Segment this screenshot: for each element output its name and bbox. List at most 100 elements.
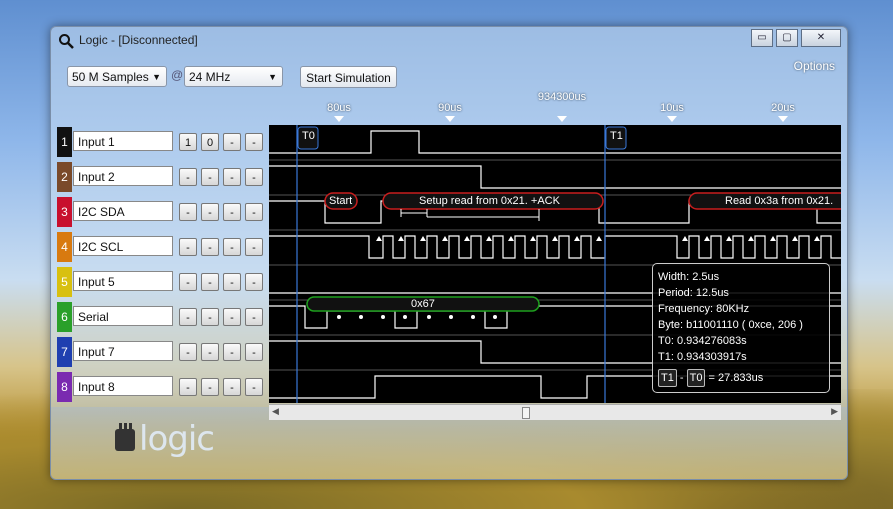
trigger-button[interactable]: - xyxy=(201,238,219,256)
trigger-button[interactable]: - xyxy=(201,308,219,326)
magnifier-icon xyxy=(59,34,74,49)
time-label: 20us xyxy=(771,102,795,114)
samples-select[interactable]: 50 M Samples ▼ xyxy=(67,66,167,87)
trigger-button[interactable]: - xyxy=(179,343,197,361)
tooltip-t1: T1: 0.934303917s xyxy=(658,351,747,363)
trigger-button[interactable]: - xyxy=(223,133,241,151)
tooltip-t0: T0: 0.934276083s xyxy=(658,335,747,347)
trigger-button[interactable]: - xyxy=(179,168,197,186)
trigger-button[interactable]: - xyxy=(245,238,263,256)
logic-window: Logic - [Disconnected] ▭ ▢ ✕ 50 M Sample… xyxy=(50,26,848,480)
trigger-button[interactable]: - xyxy=(179,308,197,326)
channel-number: 7 xyxy=(57,337,72,367)
channel-name-input[interactable]: Input 2 xyxy=(73,166,173,186)
trigger-button[interactable]: - xyxy=(223,168,241,186)
time-label: 10us xyxy=(660,102,684,114)
maximize-button[interactable]: ▢ xyxy=(776,29,798,47)
t0-marker-label[interactable]: T0 xyxy=(302,130,315,142)
channel-number: 8 xyxy=(57,372,72,402)
scroll-thumb[interactable] xyxy=(522,407,530,419)
trigger-button[interactable]: - xyxy=(223,238,241,256)
time-label: 80us xyxy=(327,102,351,114)
trigger-button[interactable]: - xyxy=(179,238,197,256)
trigger-button[interactable]: - xyxy=(201,203,219,221)
time-tick xyxy=(557,116,567,122)
rate-select[interactable]: 24 MHz ▼ xyxy=(184,66,283,87)
tooltip-diff: = 27.833us xyxy=(708,372,764,384)
channel-row-5: 5 Input 5 - - - - xyxy=(57,267,269,297)
tooltip-frequency: Frequency: 80KHz xyxy=(658,303,750,315)
rate-select-value: 24 MHz xyxy=(189,70,231,84)
tooltip-byte: Byte: b11001110 ( 0xce, 206 ) xyxy=(658,319,803,331)
channel-number: 4 xyxy=(57,232,72,262)
trigger-button[interactable]: 1 xyxy=(179,133,197,151)
trigger-button[interactable]: - xyxy=(223,378,241,396)
channel-number: 6 xyxy=(57,302,72,332)
trigger-button[interactable]: - xyxy=(245,133,263,151)
time-tick xyxy=(445,116,455,122)
title-bar: Logic - [Disconnected] ▭ ▢ ✕ xyxy=(51,27,847,55)
t1-marker-label[interactable]: T1 xyxy=(610,130,623,142)
tooltip-minus: - xyxy=(679,372,684,384)
window-title: Logic - [Disconnected] xyxy=(79,33,198,47)
trigger-button[interactable]: 0 xyxy=(201,133,219,151)
sda-start-label: Start xyxy=(329,195,353,207)
tooltip-t1-tag: T1 xyxy=(658,369,677,387)
channel-name-input[interactable]: Input 7 xyxy=(73,341,173,361)
trigger-button[interactable]: - xyxy=(245,308,263,326)
trigger-button[interactable]: - xyxy=(179,203,197,221)
time-tick xyxy=(667,116,677,122)
channel-name-input[interactable]: Input 8 xyxy=(73,376,173,396)
channel-name-input[interactable]: I2C SCL xyxy=(73,236,173,256)
tooltip-width: Width: 2.5us xyxy=(658,271,720,283)
scroll-left-icon[interactable]: ◀ xyxy=(272,406,279,417)
minimize-button[interactable]: ▭ xyxy=(751,29,773,47)
channel-name-input[interactable]: Input 1 xyxy=(73,131,173,151)
trigger-button[interactable]: - xyxy=(223,343,241,361)
start-simulation-button[interactable]: Start Simulation xyxy=(300,66,397,88)
toolbar: 50 M Samples ▼ @ 24 MHz ▼ Start Simulati… xyxy=(51,63,847,93)
trigger-button[interactable]: - xyxy=(179,378,197,396)
channel-number: 3 xyxy=(57,197,72,227)
serial-value-label: 0x67 xyxy=(411,298,435,310)
channel-name-input[interactable]: Input 5 xyxy=(73,271,173,291)
trigger-button[interactable]: - xyxy=(245,168,263,186)
saleae-chip-icon xyxy=(115,423,135,451)
trigger-button[interactable]: - xyxy=(223,308,241,326)
trigger-button[interactable]: - xyxy=(245,378,263,396)
logo-text: logic xyxy=(139,419,215,459)
trigger-button[interactable]: - xyxy=(201,378,219,396)
horizontal-scrollbar[interactable]: ◀ ▶ xyxy=(269,404,841,420)
time-tick xyxy=(334,116,344,122)
channel-row-1: 1 Input 1 1 0 - - xyxy=(57,127,269,157)
trigger-button[interactable]: - xyxy=(201,343,219,361)
trigger-button[interactable]: - xyxy=(201,273,219,291)
channel-name-input[interactable]: Serial xyxy=(73,306,173,326)
scroll-right-icon[interactable]: ▶ xyxy=(831,406,838,417)
chevron-down-icon: ▼ xyxy=(152,72,161,82)
tooltip-diff-row: T1 - T0 = 27.833us xyxy=(658,369,824,387)
channel-row-8: 8 Input 8 - - - - xyxy=(57,372,269,402)
trigger-button[interactable]: - xyxy=(179,273,197,291)
close-button[interactable]: ✕ xyxy=(801,29,841,47)
channel-row-6: 6 Serial - - - - xyxy=(57,302,269,332)
trigger-button[interactable]: - xyxy=(201,168,219,186)
measurement-tooltip: Width: 2.5us Period: 12.5us Frequency: 8… xyxy=(652,263,830,393)
channel-row-3: 3 I2C SDA - - - - xyxy=(57,197,269,227)
tooltip-period: Period: 12.5us xyxy=(658,287,729,299)
channel-row-4: 4 I2C SCL - - - - xyxy=(57,232,269,262)
trigger-button[interactable]: - xyxy=(245,343,263,361)
sda-read-label: Read 0x3a from 0x21. xyxy=(725,195,834,207)
trigger-button[interactable]: - xyxy=(245,203,263,221)
time-tick xyxy=(778,116,788,122)
channel-name-input[interactable]: I2C SDA xyxy=(73,201,173,221)
trigger-button[interactable]: - xyxy=(223,273,241,291)
channel-row-7: 7 Input 7 - - - - xyxy=(57,337,269,367)
channel-number: 2 xyxy=(57,162,72,192)
options-link[interactable]: Options xyxy=(794,59,835,73)
time-label-center: 934300us xyxy=(537,91,587,103)
tooltip-t0-tag: T0 xyxy=(686,369,706,387)
trigger-button[interactable]: - xyxy=(245,273,263,291)
trigger-button[interactable]: - xyxy=(223,203,241,221)
time-label: 90us xyxy=(438,102,462,114)
